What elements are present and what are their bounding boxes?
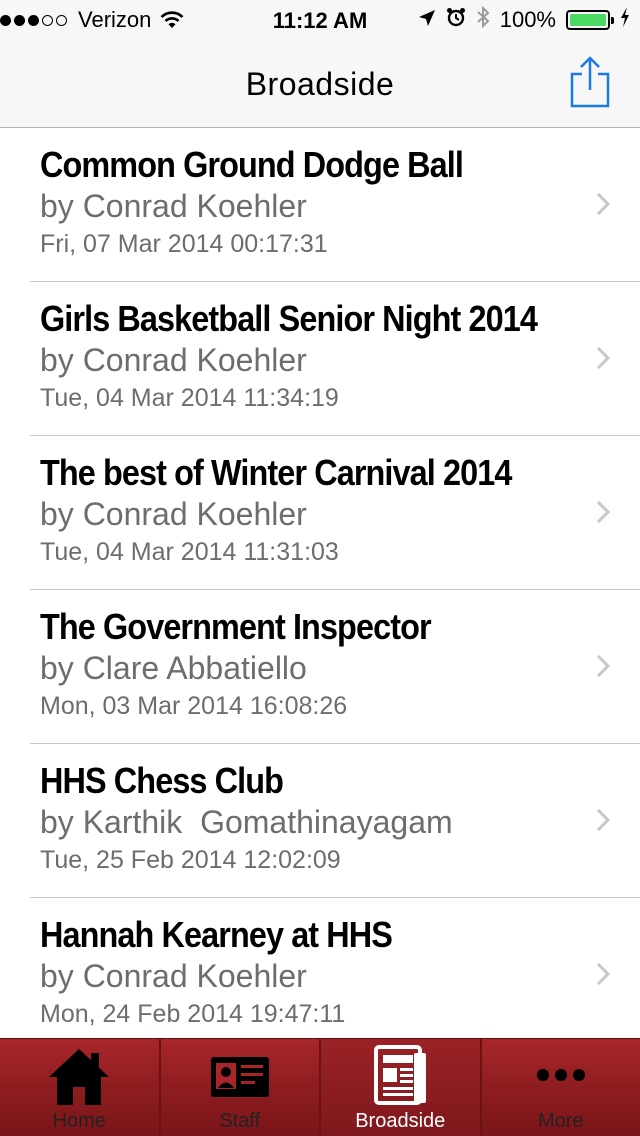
article-list: Common Ground Dodge Ball by Conrad Koehl… [0,128,640,1038]
newspaper-icon [368,1045,432,1107]
article-title: The best of Winter Carnival 2014 [40,452,512,493]
navigation-bar: Broadside [0,40,640,128]
article-date: Tue, 04 Mar 2014 11:31:03 [40,538,339,566]
chevron-right-icon [596,500,610,524]
article-row[interactable]: Common Ground Dodge Ball by Conrad Koehl… [0,128,640,282]
article-row[interactable]: HHS Chess Club by Karthik Gomathinayagam… [0,744,640,898]
article-date: Tue, 04 Mar 2014 11:34:19 [40,384,339,412]
status-right: 100% [408,5,630,34]
tab-bar: Home Staff Broadside More [0,1038,640,1136]
battery-icon [566,10,614,30]
tab-more[interactable]: More [482,1039,640,1136]
article-author: by Clare Abbatiello [40,650,307,686]
tab-staff[interactable]: Staff [161,1039,321,1136]
chevron-right-icon [596,654,610,678]
article-title: Common Ground Dodge Ball [40,144,464,185]
tab-label: Staff [219,1110,261,1132]
location-arrow-icon [418,7,436,33]
article-title: The Government Inspector [40,606,432,647]
more-dots-icon [529,1045,593,1107]
article-date: Mon, 03 Mar 2014 16:08:26 [40,692,348,720]
chevron-right-icon [596,192,610,216]
tab-label: More [537,1110,584,1132]
chevron-right-icon [596,346,610,370]
tab-label: Broadside [355,1110,446,1132]
article-date: Mon, 24 Feb 2014 19:47:11 [40,1000,346,1028]
share-icon [570,56,610,108]
charging-bolt-icon [620,7,630,33]
chevron-right-icon [596,808,610,832]
tab-label: Home [52,1110,106,1132]
article-title: Hannah Kearney at HHS [40,914,393,955]
article-row[interactable]: The Government Inspector by Clare Abbati… [0,590,640,744]
alarm-clock-icon [446,7,466,33]
article-date: Fri, 07 Mar 2014 00:17:31 [40,230,328,258]
staff-id-icon [208,1045,272,1107]
tab-home[interactable]: Home [0,1039,161,1136]
article-title: HHS Chess Club [40,760,284,801]
article-date: Tue, 25 Feb 2014 12:02:09 [40,846,341,874]
article-author: by Conrad Koehler [40,188,307,224]
page-title: Broadside [245,66,395,102]
article-author: by Conrad Koehler [40,496,307,532]
article-author: by Karthik Gomathinayagam [40,804,453,840]
bluetooth-icon [476,5,490,34]
article-row[interactable]: Hannah Kearney at HHS by Conrad Koehler … [0,898,640,1038]
article-row[interactable]: The best of Winter Carnival 2014 by Conr… [0,436,640,590]
battery-percent: 100% [499,7,556,32]
chevron-right-icon [596,962,610,986]
article-author: by Conrad Koehler [40,958,307,994]
home-icon [47,1045,111,1107]
tab-broadside[interactable]: Broadside [321,1039,482,1136]
article-title: Girls Basketball Senior Night 2014 [40,298,538,339]
article-author: by Conrad Koehler [40,342,307,378]
article-row[interactable]: Girls Basketball Senior Night 2014 by Co… [0,282,640,436]
status-bar: Verizon 11:12 AM 100% [0,0,640,40]
share-button[interactable] [566,54,614,110]
